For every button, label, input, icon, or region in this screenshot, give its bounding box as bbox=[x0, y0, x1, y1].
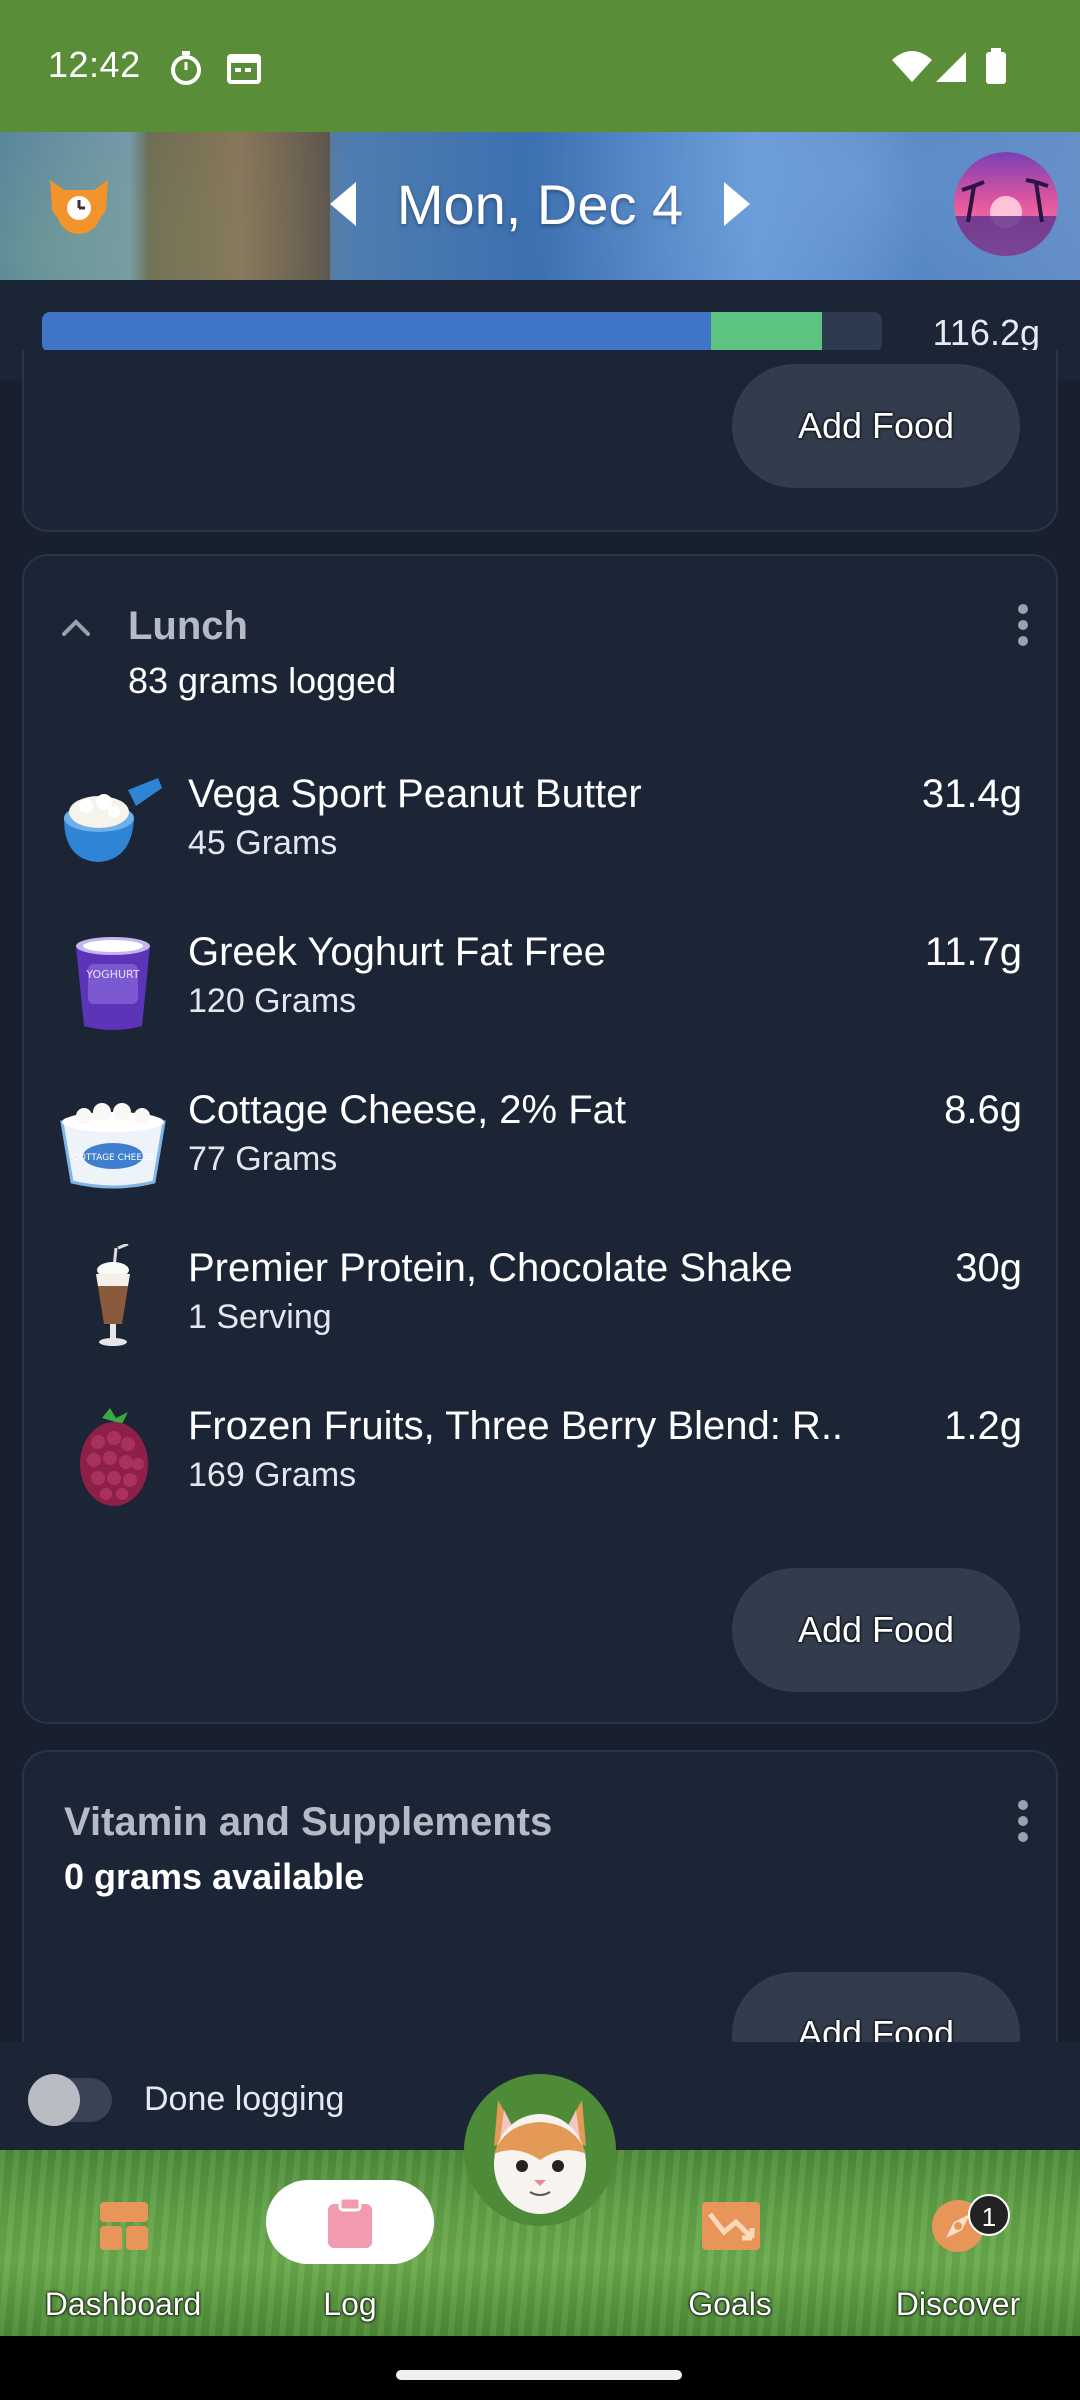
scoop-icon bbox=[64, 778, 162, 862]
food-item-row[interactable]: Frozen Fruits, Three Berry Blend: R.. 16… bbox=[22, 1380, 1058, 1530]
progress-total: 116.2g bbox=[932, 312, 1040, 353]
add-food-button[interactable]: Add Food bbox=[732, 364, 1020, 488]
progress-track bbox=[42, 312, 882, 352]
done-logging-label: Done logging bbox=[144, 2080, 345, 2118]
add-food-button[interactable]: Add Food bbox=[732, 1568, 1020, 1692]
food-item-row[interactable]: Vega Sport Peanut Butter 45 Grams 31.4g bbox=[22, 748, 1058, 898]
supplements-card: Vitamin and Supplements 0 grams availabl… bbox=[22, 1750, 1058, 2090]
milkshake-icon bbox=[96, 1244, 130, 1346]
nav-goals[interactable]: Goals bbox=[628, 2150, 832, 2336]
cellular-signal-icon bbox=[936, 52, 966, 82]
food-amount: 45 Grams bbox=[188, 824, 338, 862]
more-dot bbox=[1018, 1816, 1028, 1826]
toggle-knob bbox=[28, 2074, 80, 2126]
wifi-icon bbox=[892, 51, 932, 82]
nav-log[interactable]: Log bbox=[266, 2150, 434, 2336]
svg-text:YOGHURT: YOGHURT bbox=[85, 968, 139, 981]
food-name: Greek Yoghurt Fat Free bbox=[188, 930, 607, 974]
more-dot bbox=[1018, 1800, 1028, 1810]
food-amount: 120 Grams bbox=[188, 982, 357, 1020]
nav-label: Log bbox=[323, 2286, 377, 2322]
system-gesture-area bbox=[0, 2336, 1080, 2400]
supplements-more-menu[interactable] bbox=[1008, 1794, 1038, 1854]
food-protein-value: 31.4g bbox=[921, 772, 1022, 816]
more-dot bbox=[1018, 620, 1028, 630]
calendar-icon bbox=[227, 54, 261, 84]
food-protein-value: 11.7g bbox=[924, 930, 1022, 974]
avatar[interactable] bbox=[954, 152, 1058, 256]
lunch-more-menu[interactable] bbox=[1008, 598, 1038, 658]
food-item-row[interactable]: YOGHURT Greek Yoghurt Fat Free 120 Grams… bbox=[22, 906, 1058, 1056]
food-name: Cottage Cheese, 2% Fat bbox=[188, 1088, 627, 1132]
food-item-row[interactable]: COTTAGE CHEESE Cottage Cheese, 2% Fat 77… bbox=[22, 1064, 1058, 1214]
status-bar: 12:42 bbox=[0, 0, 1080, 132]
dashboard-icon bbox=[100, 2202, 148, 2250]
cat-mascot-icon[interactable] bbox=[464, 2074, 616, 2226]
date-header: Mon, Dec 4 bbox=[0, 132, 1080, 280]
food-protein-value: 1.2g bbox=[944, 1404, 1022, 1448]
food-item-row[interactable]: Premier Protein, Chocolate Shake 1 Servi… bbox=[22, 1222, 1058, 1372]
food-amount: 1 Serving bbox=[188, 1298, 332, 1336]
more-dot bbox=[1018, 1832, 1028, 1842]
food-amount: 77 Grams bbox=[188, 1140, 338, 1178]
supplements-subtitle: 0 grams available bbox=[64, 1856, 365, 1897]
nav-label: Goals bbox=[688, 2286, 772, 2322]
previous-meal-card: Add Food bbox=[22, 350, 1058, 532]
nav-label: Discover bbox=[895, 2286, 1021, 2322]
next-day-button[interactable] bbox=[724, 182, 750, 226]
nav-label: Dashboard bbox=[44, 2286, 202, 2322]
supplements-title: Vitamin and Supplements bbox=[64, 1800, 553, 1844]
nav-dashboard[interactable]: Dashboard bbox=[20, 2150, 226, 2336]
done-logging-toggle[interactable] bbox=[28, 2074, 112, 2126]
lunch-subtitle: 83 grams logged bbox=[128, 660, 397, 701]
date-title[interactable]: Mon, Dec 4 bbox=[380, 172, 700, 237]
home-gesture-bar[interactable] bbox=[396, 2370, 682, 2380]
app-logo-icon[interactable] bbox=[42, 170, 116, 244]
stopwatch-icon bbox=[171, 51, 201, 85]
battery-icon bbox=[986, 48, 1006, 84]
berry-icon bbox=[80, 1408, 148, 1506]
progress-fill-extra bbox=[710, 312, 822, 352]
food-name: Premier Protein, Chocolate Shake bbox=[188, 1246, 793, 1290]
svg-text:COTTAGE CHEESE: COTTAGE CHEESE bbox=[73, 1153, 154, 1163]
food-protein-value: 8.6g bbox=[944, 1088, 1022, 1132]
food-amount: 169 Grams bbox=[188, 1456, 357, 1494]
food-name: Vega Sport Peanut Butter bbox=[188, 772, 642, 816]
yoghurt-cup-icon: YOGHURT bbox=[76, 937, 150, 1030]
goals-chart-icon bbox=[702, 2202, 760, 2250]
more-dot bbox=[1018, 604, 1028, 614]
food-protein-value: 30g bbox=[955, 1246, 1022, 1290]
nav-discover[interactable]: Discover bbox=[856, 2150, 1060, 2336]
food-name: Frozen Fruits, Three Berry Blend: R.. bbox=[188, 1404, 844, 1448]
clipboard-icon bbox=[328, 2196, 372, 2248]
status-time: 12:42 bbox=[48, 44, 141, 85]
cottage-cheese-icon: COTTAGE CHEESE bbox=[60, 1103, 166, 1189]
progress-fill-logged bbox=[42, 312, 711, 352]
more-dot bbox=[1018, 636, 1028, 646]
previous-day-button[interactable] bbox=[330, 182, 356, 226]
lunch-title: Lunch bbox=[128, 604, 248, 648]
notification-badge: 1 bbox=[968, 2194, 1010, 2236]
collapse-chevron-icon[interactable] bbox=[58, 610, 94, 646]
